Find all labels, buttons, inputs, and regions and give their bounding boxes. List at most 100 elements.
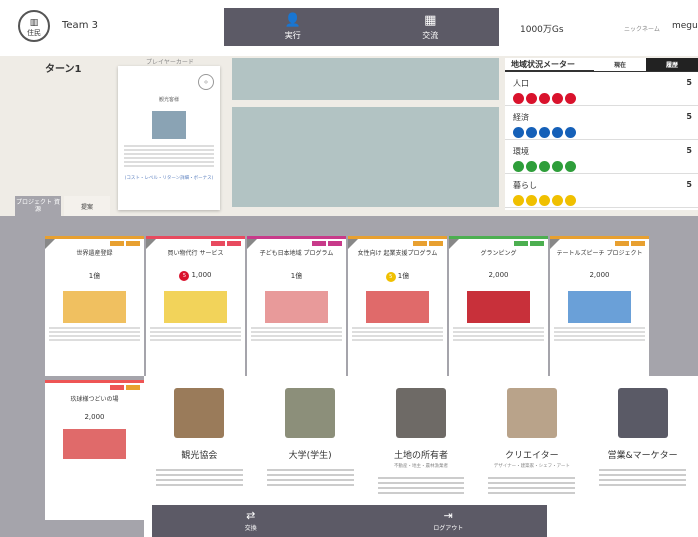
meter-row-economy: 経済 5	[505, 106, 698, 140]
role-photo	[506, 388, 557, 438]
nav-exchange-button[interactable]: ▦ 交流	[362, 8, 500, 46]
project-card-title: 買い物代行 サービス	[167, 250, 224, 257]
project-card-amount-value: 1億	[88, 272, 101, 280]
project-card-amount-value: 1億	[290, 272, 303, 280]
logout-icon: ⇥	[443, 509, 453, 522]
meter-dot	[552, 93, 563, 104]
role-sub: デザイナー・建築家・シェフ・アート	[493, 464, 570, 469]
project-card-amount-value: 2,000	[488, 271, 509, 279]
swap-button[interactable]: ⇄ 交換	[152, 505, 350, 537]
project-card[interactable]: テートルズピーチ プロジェクト 2,000	[550, 236, 649, 376]
meter-dot	[526, 127, 537, 138]
project-card-amount: 2,000	[84, 413, 105, 421]
logout-button[interactable]: ⇥ ログアウト	[350, 505, 548, 537]
project-card[interactable]: グランピング 2,000	[449, 236, 548, 376]
tab-project-resources[interactable]: プロジェクト 資源	[15, 196, 61, 216]
tab-proposal[interactable]: 提案	[64, 196, 110, 216]
player-card-badge-icon: ◎	[198, 74, 214, 90]
project-card-amount-value: 1億	[397, 272, 410, 280]
board-slot-top[interactable]	[232, 58, 499, 100]
role-name: 大学(学生)	[288, 451, 332, 461]
card-corner	[146, 239, 156, 249]
top-bar: ▥ 住民 Team 3 👤 実行 ▦ 交流 1000万Gs ニックネーム meg…	[0, 0, 698, 56]
meter-dot	[526, 93, 537, 104]
main-nav: 👤 実行 ▦ 交流	[224, 8, 499, 46]
meter-dot	[552, 127, 563, 138]
meter-dot	[552, 195, 563, 206]
project-card-title: グランピング	[480, 250, 517, 257]
project-card-image	[63, 429, 126, 459]
meter-dot	[513, 127, 524, 138]
meter-dot	[539, 161, 550, 172]
project-card[interactable]: 世界遺産登録 1億	[45, 236, 144, 376]
meter-row-label: 経済	[513, 113, 529, 122]
board-slot-main[interactable]	[232, 107, 499, 207]
swap-icon: ⇄	[246, 509, 256, 522]
player-card[interactable]: ◎ 観光客様 (コスト・レベル・リターン詳細・ボーナス)	[118, 66, 220, 210]
role-name: クリエイター	[504, 451, 559, 461]
project-card[interactable]: 子ども日本地域 プログラム 1億	[247, 236, 346, 376]
role-sub: 不動産・地主・農林漁業者	[393, 464, 448, 469]
grid-icon: ▦	[424, 12, 437, 28]
project-card[interactable]: 女性向け 起業支援プログラム 5 1億	[348, 236, 447, 376]
project-card-image	[164, 291, 227, 323]
project-card-image	[366, 291, 429, 323]
project-card-image	[63, 291, 126, 323]
project-card-title: テートルズピーチ プロジェクト	[556, 250, 643, 257]
project-card-amount-value: 1,000	[191, 271, 212, 279]
meter-dot	[565, 195, 576, 206]
meter-row-value: 5	[686, 180, 692, 189]
user-name[interactable]: megu	[672, 21, 698, 31]
role-photo	[617, 388, 668, 438]
meter-row-value: 5	[686, 112, 692, 121]
project-card-title: 玖球様つどいの場	[70, 396, 119, 403]
player-card-label: プレイヤーカード	[146, 59, 194, 66]
project-card-amount: 5 1億	[352, 271, 443, 287]
swap-label: 交換	[244, 525, 257, 532]
card-tags	[352, 241, 443, 246]
project-card-image	[265, 291, 328, 323]
meter-title: 地域状況メーター	[511, 59, 575, 69]
person-icon: 👤	[284, 12, 301, 28]
role-sales-marketer[interactable]: 営業&マーケター	[587, 376, 698, 537]
bottom-nav: ⇄ 交換 ⇥ ログアウト	[152, 505, 547, 537]
nav-execute-label: 実行	[284, 30, 301, 40]
meter-tab-current[interactable]: 現在	[594, 57, 646, 71]
project-card-title: 女性向け 起業支援プログラム	[357, 250, 438, 257]
meter-row-population: 人口 5	[505, 72, 698, 106]
region-status-meter: 地域状況メーター 現在 履歴 人口 5 経済 5 環境 5 暮らし 5	[505, 57, 698, 210]
turn-label: ターン1	[45, 64, 82, 75]
project-card-image	[568, 291, 631, 323]
project-card-amount: 2,000	[453, 271, 544, 287]
meter-row-living: 暮らし 5	[505, 174, 698, 208]
card-corner	[247, 239, 257, 249]
nickname-label: ニックネーム	[624, 26, 660, 33]
meter-dots	[513, 195, 698, 206]
logout-label: ログアウト	[433, 525, 464, 532]
meter-dot	[565, 93, 576, 104]
money-balance: 1000万Gs	[520, 25, 564, 35]
role-photo	[174, 388, 225, 438]
meter-dot	[565, 127, 576, 138]
card-tags	[554, 241, 645, 246]
project-card-title: 子ども日本地域 プログラム	[259, 250, 334, 257]
role-name: 観光協会	[181, 451, 218, 461]
meter-tab-history[interactable]: 履歴	[646, 57, 698, 71]
nav-execute-button[interactable]: 👤 実行	[224, 8, 362, 46]
project-card-amount: 1億	[49, 271, 140, 287]
meter-row-value: 5	[686, 78, 692, 87]
role-name: 土地の所有者	[393, 451, 448, 461]
project-card[interactable]: 玖球様つどいの場 2,000	[45, 380, 144, 520]
player-card-title: 観光客様	[158, 97, 179, 103]
project-card-badge: 5	[385, 272, 396, 282]
meter-row-label: 暮らし	[513, 181, 537, 190]
project-card-badge: 5	[179, 271, 190, 281]
project-card-row: 世界遺産登録 1億 買い物代行 サービス 5 1,000 子ども日本地域 プログラム 1億女…	[45, 236, 698, 376]
project-card[interactable]: 買い物代行 サービス 5 1,000	[146, 236, 245, 376]
meter-dot	[552, 161, 563, 172]
meter-dot	[565, 161, 576, 172]
meter-dot	[513, 93, 524, 104]
player-card-cost: (コスト・レベル・リターン詳細・ボーナス)	[124, 176, 214, 181]
meter-dot	[539, 127, 550, 138]
logo-text: 住民	[27, 29, 41, 37]
